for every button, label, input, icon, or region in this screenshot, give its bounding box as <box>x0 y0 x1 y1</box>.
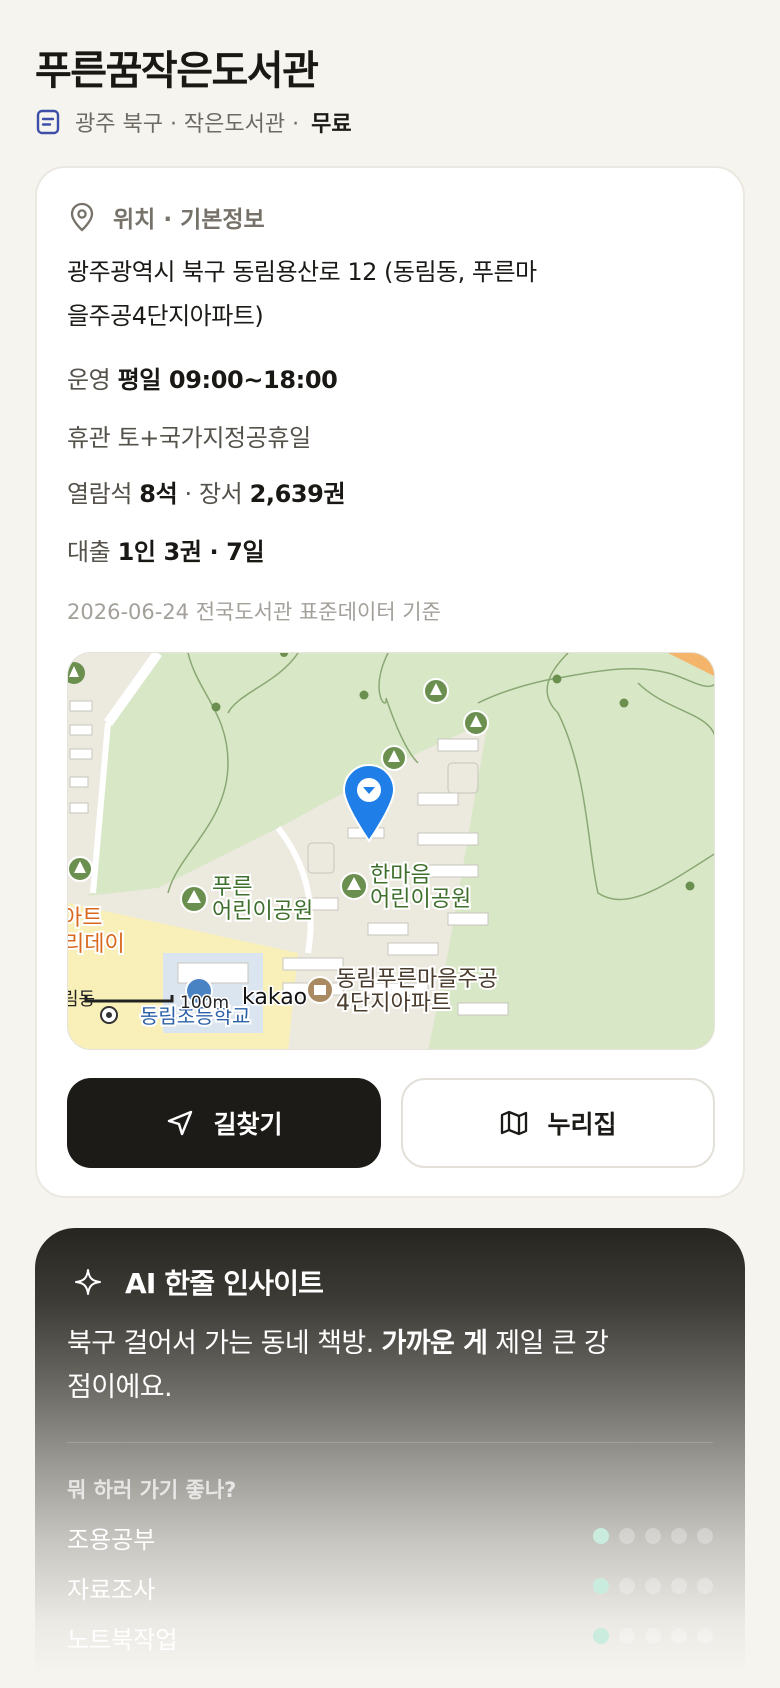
closed-row: 휴관 토+국가지정공휴일 <box>67 418 311 453</box>
fit-label: 조용공부 <box>67 1526 156 1554</box>
website-button[interactable]: 누리집 <box>401 1078 715 1168</box>
apartment-label-line1: 동림푸른마을주공 <box>336 967 498 992</box>
fit-row-quiet-study: 조용공부 <box>67 1520 713 1554</box>
hours-value: 평일 09:00~18:00 <box>117 366 338 394</box>
closed-label: 휴관 <box>67 424 111 452</box>
section-header: 위치 · 기본정보 <box>69 200 265 234</box>
data-updated-note: 2026-06-24 전국도서관 표준데이터 기준 <box>67 600 441 624</box>
ai-insight-card: AI 한줄 인사이트 북구 걸어서 가는 동네 책방. 가까운 게 제일 큰 강… <box>35 1228 745 1688</box>
meta-row: 광주 북구 · 작은도서관 · 무료 <box>35 106 352 138</box>
closed-value: 토+국가지정공휴일 <box>117 424 312 452</box>
seats-value: 8석 <box>139 480 178 508</box>
fit-score-dots <box>593 1628 713 1644</box>
score-dot <box>593 1528 609 1544</box>
score-dot <box>645 1628 661 1644</box>
page-title: 푸른꿈작은도서관 <box>35 48 319 94</box>
park2-label-line2: 어린이공원 <box>370 887 471 912</box>
fit-score-dots <box>593 1528 713 1544</box>
map-scale-label: 100m <box>180 993 229 1013</box>
location-pin-icon <box>69 202 95 232</box>
meta-text: 광주 북구 · 작은도서관 · <box>75 112 300 137</box>
books-value: 2,639권 <box>249 480 346 508</box>
loan-value: 1인 3권 · 7일 <box>117 538 265 566</box>
map-orange-label-2: 리데이 <box>68 932 125 957</box>
fit-label: 자료조사 <box>67 1576 156 1604</box>
loan-label: 대출 <box>67 538 111 566</box>
score-dot <box>645 1528 661 1544</box>
sparkle-icon <box>73 1267 103 1297</box>
apartment-label-line2: 4단지아파트 <box>336 991 451 1016</box>
seats-label: 열람석 <box>67 480 133 508</box>
fit-row-research: 자료조사 <box>67 1570 713 1604</box>
score-dot <box>697 1528 713 1544</box>
park1-label-line1: 푸른 <box>212 875 252 900</box>
park2-label-line1: 한마음 <box>370 863 431 888</box>
map-brand-logo: kakao <box>242 985 307 1010</box>
capacity-row: 열람석 8석 · 장서 2,639권 <box>67 474 346 509</box>
park1-label-line2: 어린이공원 <box>212 899 313 924</box>
score-dot <box>671 1528 687 1544</box>
directions-label: 길찾기 <box>213 1110 283 1139</box>
hours-row: 운영 평일 09:00~18:00 <box>67 360 338 395</box>
score-dot <box>593 1628 609 1644</box>
ai-insight-text: 북구 걸어서 가는 동네 책방. 가까운 게 제일 큰 강점이에요. <box>67 1328 609 1403</box>
loan-row: 대출 1인 3권 · 7일 <box>67 532 265 567</box>
fit-row-laptop-work: 노트북작업 <box>67 1620 713 1654</box>
score-dot <box>645 1578 661 1594</box>
fit-subtitle: 뭐 하러 가기 좋나? <box>67 1478 237 1502</box>
ai-insight-header: AI 한줄 인사이트 <box>73 1262 324 1302</box>
map-fold-icon <box>499 1108 529 1138</box>
score-dot <box>593 1578 609 1594</box>
score-dot <box>619 1578 635 1594</box>
document-icon <box>35 109 61 135</box>
directions-button[interactable]: 길찾기 <box>67 1078 381 1168</box>
website-label: 누리집 <box>547 1110 617 1139</box>
score-dot <box>697 1578 713 1594</box>
score-dot <box>671 1628 687 1644</box>
score-dot <box>697 1628 713 1644</box>
info-card: 위치 · 기본정보 광주광역시 북구 동림용산로 12 (동림동, 푸른마을주공… <box>35 166 745 1198</box>
ai-insight-title: AI 한줄 인사이트 <box>125 1267 324 1300</box>
books-label: · 장서 <box>184 480 243 508</box>
fee-badge: 무료 <box>311 112 352 137</box>
address: 광주광역시 북구 동림용산로 12 (동림동, 푸른마을주공4단지아파트) <box>67 258 537 330</box>
score-dot <box>619 1528 635 1544</box>
fit-score-dots <box>593 1578 713 1594</box>
score-dot <box>671 1578 687 1594</box>
navigation-arrow-icon <box>165 1108 195 1138</box>
section-title: 위치 · 기본정보 <box>113 207 265 233</box>
map-view[interactable]: 푸른 어린이공원 한마음 어린이공원 동림푸른마을주공 4단지아파트 아트 리데… <box>67 652 715 1050</box>
fit-label: 노트북작업 <box>67 1626 178 1654</box>
map-orange-label-1: 아트 <box>68 906 102 931</box>
score-dot <box>619 1628 635 1644</box>
hours-label: 운영 <box>67 366 111 394</box>
divider <box>67 1442 713 1443</box>
